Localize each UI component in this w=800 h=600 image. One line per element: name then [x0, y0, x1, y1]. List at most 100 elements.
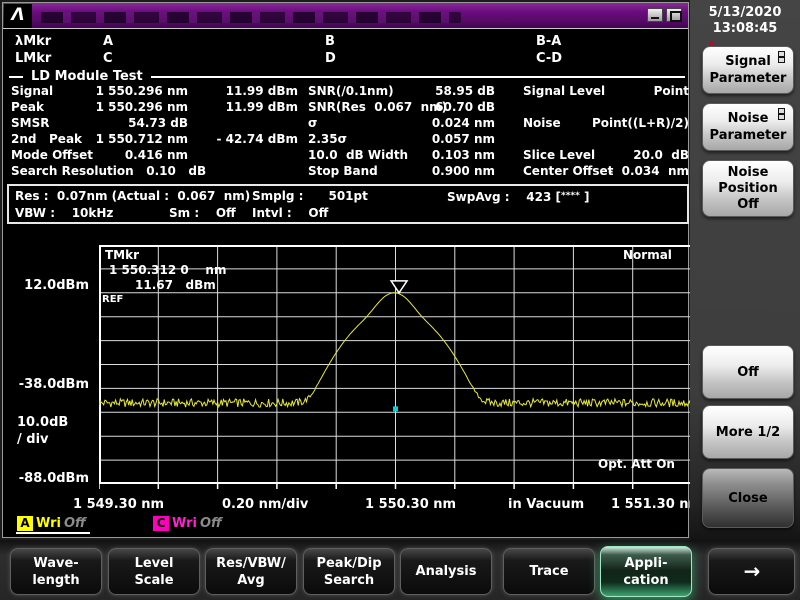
result-value: 0.103 nm: [431, 148, 495, 162]
menu-level-scale-button[interactable]: Level Scale: [108, 548, 200, 595]
menu-next-page-arrow-button[interactable]: →: [708, 548, 795, 595]
menu-application-button[interactable]: Appli-cation: [600, 546, 692, 597]
result-value: 0.416 nm: [124, 148, 188, 162]
dialog-indicator-icon: [778, 51, 786, 63]
time-display: 13:08:45: [712, 21, 778, 36]
trace-a-key[interactable]: A: [17, 516, 33, 531]
y-axis-scale-unit: / div: [17, 432, 49, 447]
trace-marker-triangle: [389, 280, 409, 295]
menu-analysis-button[interactable]: Analysis: [400, 548, 492, 595]
y-axis-mid-label: -38.0dBm: [18, 377, 89, 392]
marker-c-d-label: C-D: [536, 51, 563, 66]
result-label: 10.0 dB Width: [308, 148, 409, 162]
y-axis-scale-label: 10.0dB: [17, 415, 69, 430]
anritsu-logo: Λ: [4, 4, 32, 28]
dialog-indicator-icon: [778, 108, 786, 120]
ref-level-label: REF: [102, 294, 124, 305]
function-key-panel: 5/13/2020 13:08:45 Λ Signal Parameter No…: [690, 0, 800, 540]
result-value: Point((L+R)/2): [591, 116, 689, 130]
sweep-mode-label: Normal: [623, 248, 672, 262]
marker-b-a-label: B-A: [536, 34, 562, 49]
result-value: 0.024 nm: [431, 116, 495, 130]
result-value: 0.900 nm: [431, 164, 495, 178]
minimize-button[interactable]: [647, 8, 663, 22]
x-axis-center-label: 1 550.30 nm: [365, 497, 457, 512]
lambda-marker-label: λMkr: [15, 34, 52, 49]
result-label: SMSR: [11, 116, 50, 130]
screen-content: λMkr A B B-A LMkr C D C-D LD Module Test…: [3, 30, 702, 537]
osa-application: Λ λMkr A B B-A LMkr C D C-D LD Module Te…: [0, 0, 800, 600]
trace-c-mode: Wri: [172, 516, 197, 531]
noise-position-marker: [393, 406, 398, 412]
sampling-setting: Smplg : 501pt: [252, 189, 368, 203]
resolution-setting: Res : 0.07nm (Actual : 0.067 nm): [15, 189, 251, 203]
menu-peak-dip-search-button[interactable]: Peak/Dip Search: [303, 548, 395, 595]
instrument-window: Λ λMkr A B B-A LMkr C D C-D LD Module Te…: [2, 2, 702, 538]
trace-a-state: Off: [64, 516, 86, 531]
result-value: 1 550.296 nm: [95, 100, 188, 114]
result-label: Search Resolution 0.10 dB: [11, 164, 207, 178]
result-value: - 42.74 dBm: [216, 132, 298, 146]
y-axis-ref-label: 12.0dBm: [24, 278, 89, 293]
close-button[interactable]: Close: [702, 468, 794, 528]
arrow-right-icon: →: [743, 559, 761, 583]
marker-b-label: B: [325, 34, 335, 49]
result-value: 11.99 dBm: [225, 84, 298, 98]
result-label: Stop Band: [308, 164, 378, 178]
smoothing-setting: Sm : Off: [169, 206, 236, 220]
analysis-group-title: LD Module Test: [23, 69, 151, 84]
trace-marker-wavelength: 1 550.312 0 nm: [109, 263, 227, 277]
menu-res-vbw-avg-button[interactable]: Res/VBW/Avg: [205, 548, 297, 595]
y-axis-bottom-label: -88.0dBm: [18, 471, 89, 486]
optical-attenuator-status: Opt. Att On: [598, 457, 675, 471]
result-label: Peak: [11, 100, 45, 114]
marker-c-label: C: [103, 51, 113, 66]
sweep-settings-box: Res : 0.07nm (Actual : 0.067 nm) Smplg :…: [7, 184, 689, 224]
main-menu-bar: Wave-length Level Scale Res/VBW/Avg Peak/…: [0, 540, 800, 600]
date-display: 5/13/2020: [708, 5, 782, 20]
interval-setting: Intvl : Off: [252, 206, 329, 220]
result-value: 1 550.712 nm: [95, 132, 188, 146]
trace-c-key[interactable]: C: [153, 516, 169, 531]
result-value: Point: [653, 84, 689, 98]
noise-position-button[interactable]: Noise Position Off: [702, 160, 794, 217]
x-axis-end-label: 1 551.30 nm: [611, 497, 703, 512]
trace-marker-level: 11.67 dBm: [135, 278, 216, 292]
trace-c-state: Off: [200, 516, 222, 531]
result-value: - 0.034 nm: [608, 164, 689, 178]
trace-a-active-underline: [16, 532, 90, 534]
trace-a-mode: Wri: [36, 516, 61, 531]
vbw-setting: VBW : 10kHz: [15, 206, 114, 220]
result-label: σ: [308, 116, 318, 130]
menu-trace-button[interactable]: Trace: [503, 548, 595, 595]
result-value: 54.73 dB: [128, 116, 188, 130]
result-label: 2nd Peak: [11, 132, 83, 146]
marker-a-label: A: [103, 34, 114, 49]
result-label: SNR(/0.1nm): [308, 84, 394, 98]
level-marker-label: LMkr: [15, 51, 52, 66]
noise-parameter-button[interactable]: Noise Parameter: [702, 103, 794, 151]
window-titlebar[interactable]: Λ: [3, 3, 688, 29]
result-value: 1 550.296 nm: [95, 84, 188, 98]
x-axis-medium-label: in Vacuum: [508, 497, 585, 512]
more-pages-button[interactable]: More 1/2: [702, 405, 794, 459]
off-button[interactable]: Off: [702, 345, 794, 399]
result-label: Mode Offset: [11, 148, 94, 162]
menu-wavelength-button[interactable]: Wave-length: [10, 548, 102, 595]
marker-d-label: D: [325, 51, 336, 66]
result-label: Signal: [11, 84, 54, 98]
result-value: 58.95 dB: [435, 84, 495, 98]
window-title-text-illegible: [41, 12, 461, 23]
sweep-average-setting: SwpAvg : 423 [**** ]: [447, 190, 590, 204]
signal-parameter-button[interactable]: Signal Parameter: [702, 46, 794, 94]
datetime-display: 5/13/2020 13:08:45: [690, 5, 800, 37]
x-axis-start-label: 1 549.30 nm: [73, 497, 165, 512]
x-axis-div-label: 0.20 nm/div: [222, 497, 309, 512]
result-value: 60.70 dB: [435, 100, 495, 114]
maximize-button[interactable]: [666, 8, 682, 22]
trace-marker-title: TMkr: [105, 248, 140, 262]
result-value: 11.99 dBm: [225, 100, 298, 114]
result-value: 0.057 nm: [431, 132, 495, 146]
result-label: 2.35σ: [308, 132, 347, 146]
result-value: 20.0 dB: [633, 148, 689, 162]
